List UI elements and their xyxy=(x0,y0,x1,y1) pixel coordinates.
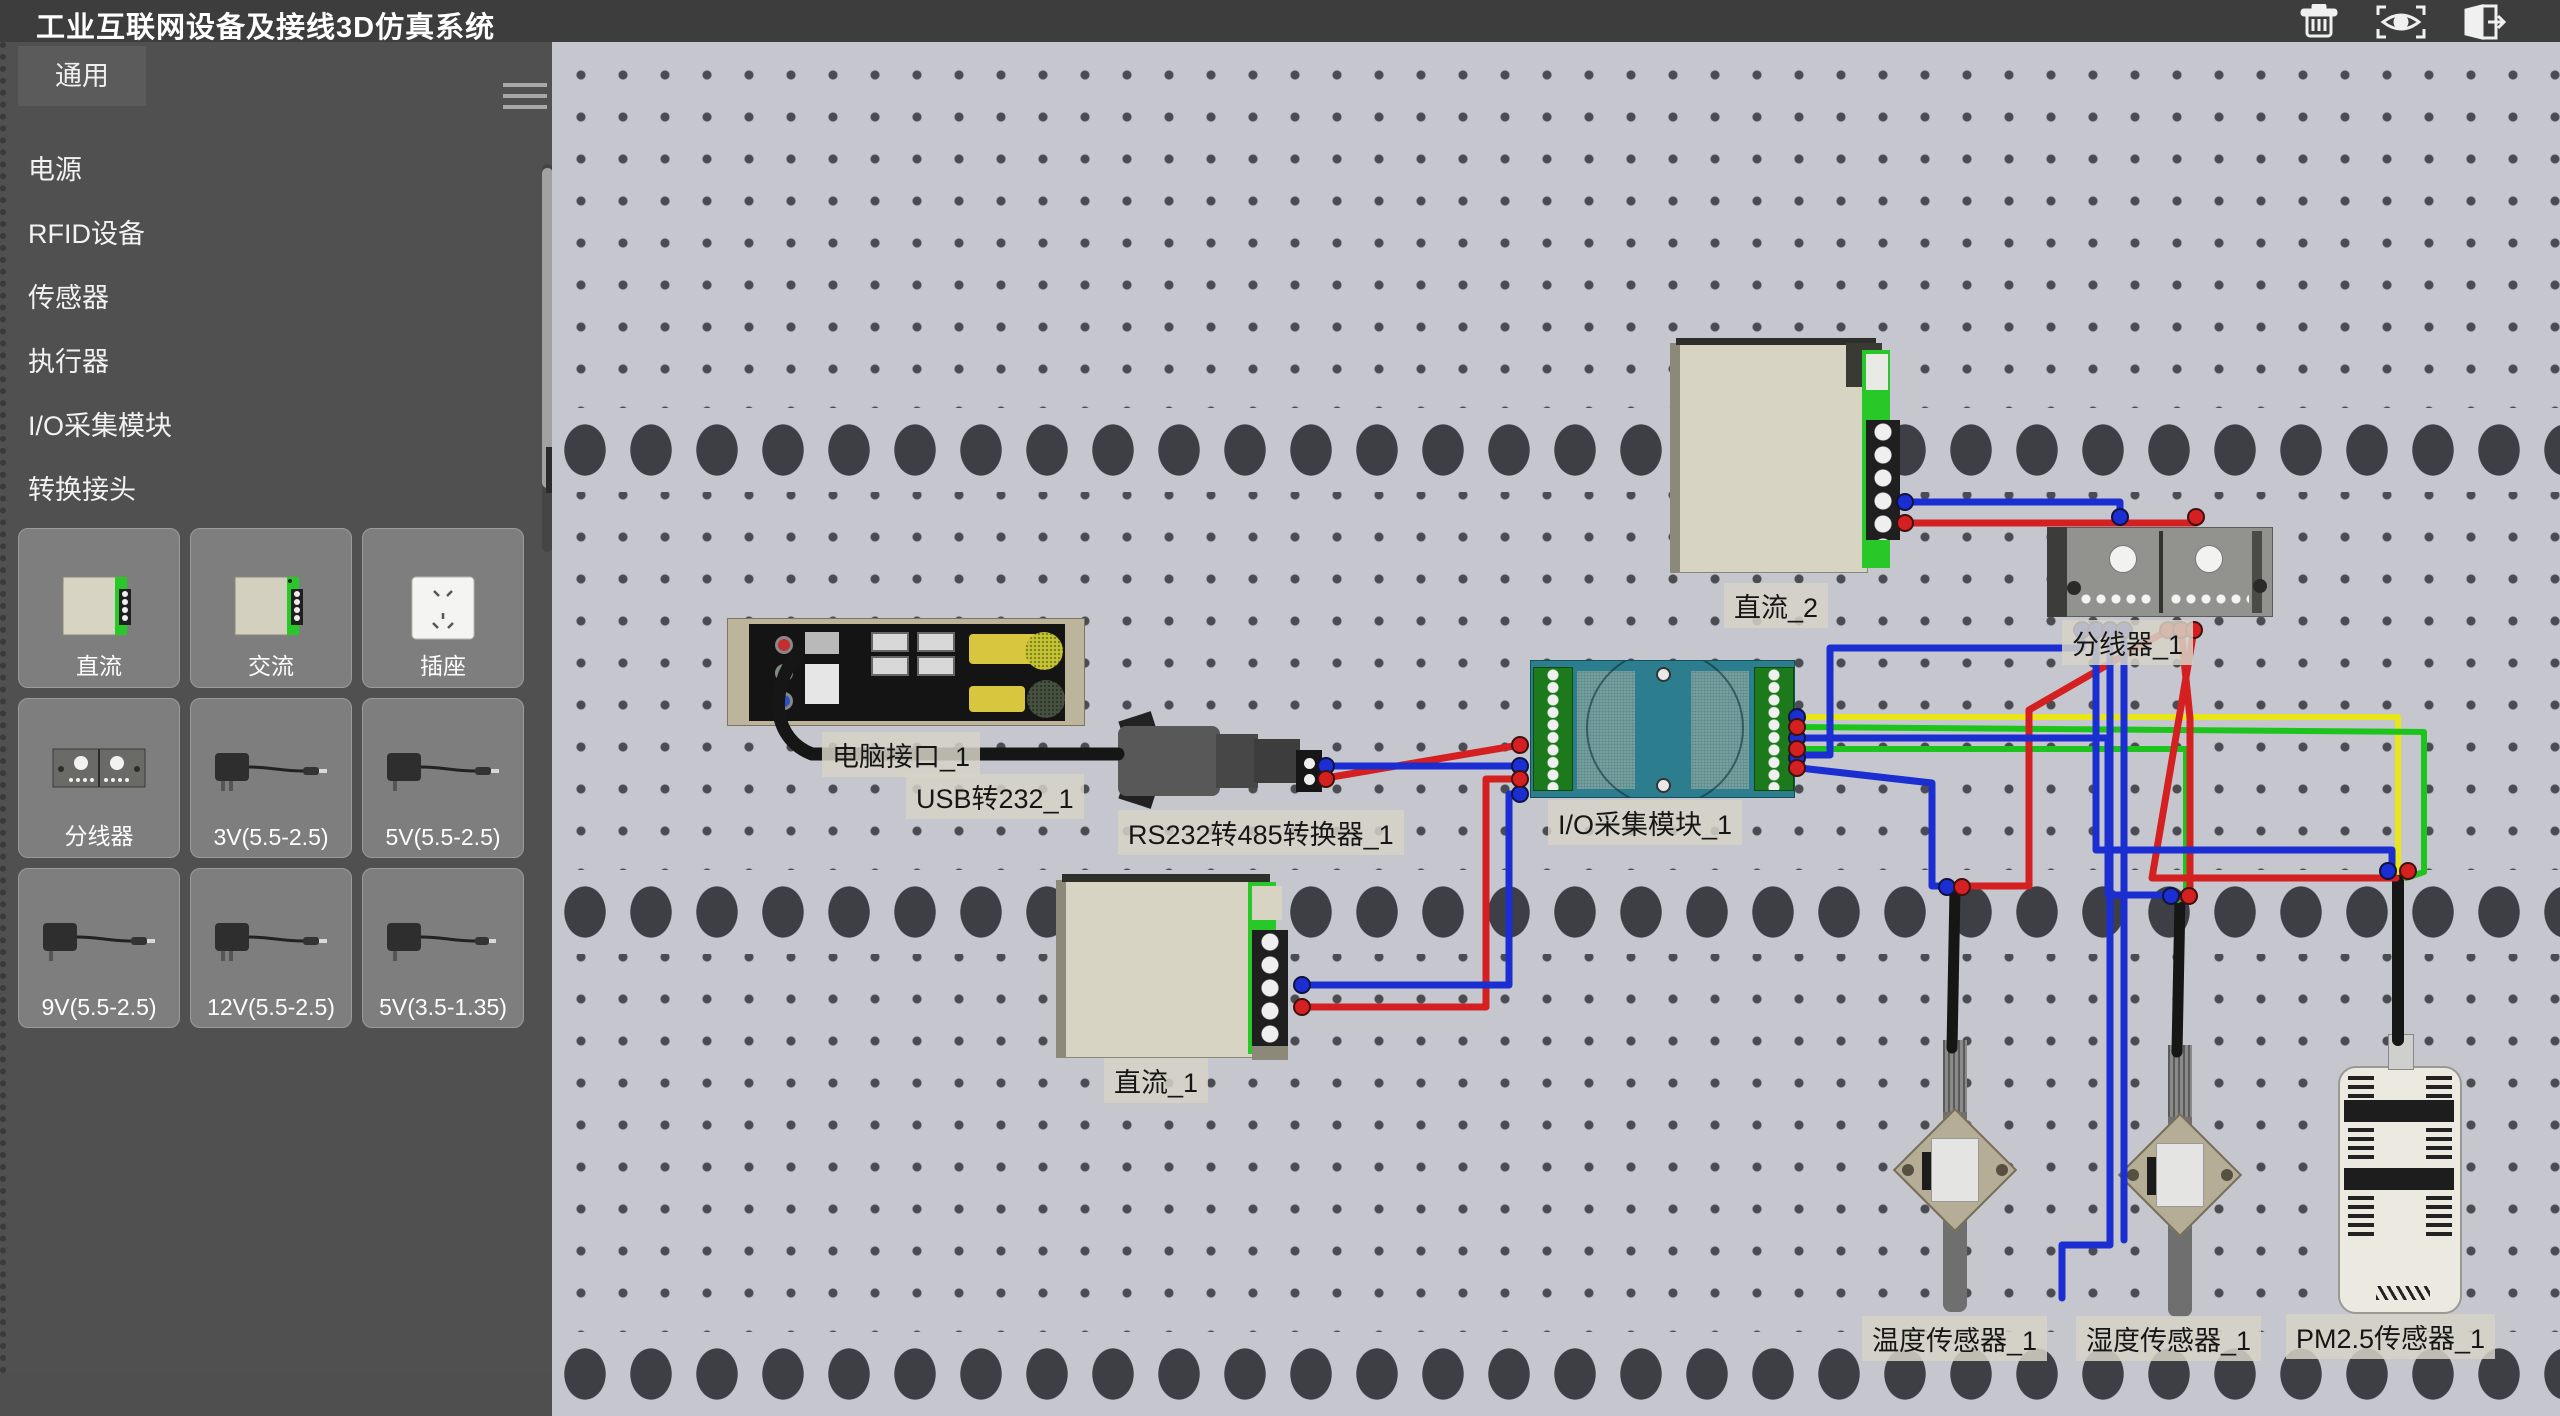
component-sidebar: 通用 电源 RFID设备 传感器 执行器 I/O采集模块 转换接头 直流 xyxy=(0,42,552,1374)
label-temp: 温度传感器_1 xyxy=(1862,1316,2047,1361)
menu-item-adapter[interactable]: 转换接头 xyxy=(6,458,558,522)
device-humidity-sensor[interactable] xyxy=(2125,1045,2235,1320)
component-card-ac[interactable]: 交流 xyxy=(190,528,352,688)
label-rs232485: RS232转485转换器_1 xyxy=(1118,810,1404,855)
menu-item-power[interactable]: 电源 xyxy=(6,138,558,202)
pegboard-hole-row xyxy=(552,408,2560,492)
preview-eye-icon[interactable] xyxy=(2372,4,2430,40)
device-rs232-485[interactable] xyxy=(1112,710,1332,810)
component-palette: 直流 交流 插座 xyxy=(18,528,530,1028)
component-card-socket[interactable]: 插座 xyxy=(362,528,524,688)
label-usb232: USB转232_1 xyxy=(906,774,1084,819)
component-card-3v[interactable]: 3V(5.5-2.5) xyxy=(190,698,352,858)
app-title: 工业互联网设备及接线3D仿真系统 xyxy=(36,4,495,46)
menu-item-actuator[interactable]: 执行器 xyxy=(6,330,558,394)
card-label: 3V(5.5-2.5) xyxy=(191,824,351,851)
socket-thumbnail xyxy=(410,575,476,641)
device-io-module[interactable] xyxy=(1530,660,1795,798)
adapter-thumbnail xyxy=(383,915,503,965)
splitter-thumbnail xyxy=(51,745,147,791)
label-humidity: 湿度传感器_1 xyxy=(2076,1316,2261,1361)
card-label: 5V(3.5-1.35) xyxy=(363,994,523,1021)
dc-thumbnail xyxy=(61,575,137,637)
component-card-5v[interactable]: 5V(5.5-2.5) xyxy=(362,698,524,858)
label-pc: 电脑接口_1 xyxy=(822,732,980,777)
device-pc-interface[interactable] xyxy=(727,618,1085,726)
menu-icon[interactable] xyxy=(503,76,547,110)
adapter-thumbnail xyxy=(39,915,159,965)
label-dc1: 直流_1 xyxy=(1104,1058,1208,1103)
component-card-splitter[interactable]: 分线器 xyxy=(18,698,180,858)
tab-general[interactable]: 通用 xyxy=(18,46,146,106)
label-pm25: PM2.5传感器_1 xyxy=(2286,1314,2495,1359)
card-label: 交流 xyxy=(191,647,351,681)
category-menu: 电源 RFID设备 传感器 执行器 I/O采集模块 转换接头 xyxy=(6,138,558,522)
ac-thumbnail xyxy=(233,575,309,637)
component-card-12v[interactable]: 12V(5.5-2.5) xyxy=(190,868,352,1028)
menu-item-rfid[interactable]: RFID设备 xyxy=(6,202,558,266)
card-label: 直流 xyxy=(19,647,179,681)
card-label: 12V(5.5-2.5) xyxy=(191,994,351,1021)
component-card-9v[interactable]: 9V(5.5-2.5) xyxy=(18,868,180,1028)
label-dc2: 直流_2 xyxy=(1724,583,1828,628)
device-temp-sensor[interactable] xyxy=(1900,1040,2010,1315)
adapter-thumbnail xyxy=(383,745,503,795)
card-label: 插座 xyxy=(363,647,523,681)
label-splitter1: 分线器_1 xyxy=(2062,620,2193,665)
card-label: 5V(5.5-2.5) xyxy=(363,824,523,851)
exit-icon[interactable] xyxy=(2452,4,2510,40)
title-bar: 工业互联网设备及接线3D仿真系统 xyxy=(0,0,2560,42)
device-dc1[interactable] xyxy=(1056,868,1302,1064)
adapter-thumbnail xyxy=(211,915,331,965)
menu-item-io-module[interactable]: I/O采集模块 xyxy=(6,394,558,458)
pegboard-hole-row xyxy=(552,870,2560,954)
menu-item-sensor[interactable]: 传感器 xyxy=(6,266,558,330)
device-splitter1[interactable] xyxy=(2047,527,2273,617)
component-card-dc[interactable]: 直流 xyxy=(18,528,180,688)
label-iomodule: I/O采集模块_1 xyxy=(1548,800,1742,845)
card-label: 9V(5.5-2.5) xyxy=(19,994,179,1021)
card-label: 分线器 xyxy=(19,817,179,851)
component-card-5v-135[interactable]: 5V(3.5-1.35) xyxy=(362,868,524,1028)
device-pm25-sensor[interactable] xyxy=(2338,1066,2462,1314)
adapter-thumbnail xyxy=(211,745,331,795)
device-dc2[interactable] xyxy=(1670,336,1910,582)
delete-icon[interactable] xyxy=(2290,4,2348,40)
